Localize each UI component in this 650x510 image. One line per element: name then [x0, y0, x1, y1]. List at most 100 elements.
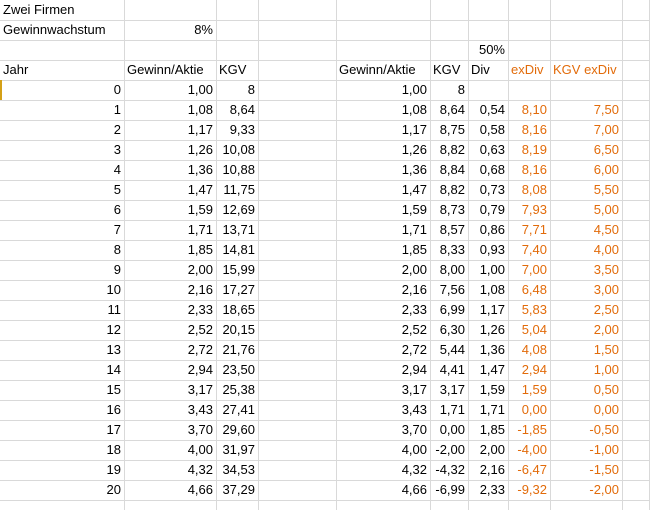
- gewinn-aktie-1-cell[interactable]: 3,70: [124, 420, 216, 440]
- kgv-2-cell[interactable]: 8,82: [430, 180, 468, 200]
- gewinn-aktie-1-cell[interactable]: 1,71: [124, 220, 216, 240]
- header-exdiv[interactable]: exDiv: [508, 60, 550, 80]
- kgv-exdiv-cell[interactable]: 2,00: [550, 320, 622, 340]
- exdiv-cell[interactable]: 7,00: [508, 260, 550, 280]
- kgv-exdiv-cell[interactable]: 1,50: [550, 340, 622, 360]
- gewinn-aktie-2-cell[interactable]: 1,71: [336, 220, 430, 240]
- jahr-cell[interactable]: 15: [0, 380, 124, 400]
- kgv-1-cell[interactable]: 8,64: [216, 100, 258, 120]
- kgv-1-cell[interactable]: 20,15: [216, 320, 258, 340]
- exdiv-cell[interactable]: 1,59: [508, 380, 550, 400]
- gewinn-aktie-1-cell[interactable]: 3,17: [124, 380, 216, 400]
- exdiv-cell[interactable]: 7,40: [508, 240, 550, 260]
- exdiv-cell[interactable]: 8,16: [508, 160, 550, 180]
- exdiv-cell[interactable]: 7,93: [508, 200, 550, 220]
- kgv-2-cell[interactable]: 8,82: [430, 140, 468, 160]
- jahr-cell[interactable]: 2: [0, 120, 124, 140]
- kgv-1-cell[interactable]: 21,76: [216, 340, 258, 360]
- gewinn-aktie-1-cell[interactable]: 2,52: [124, 320, 216, 340]
- gewinn-aktie-2-cell[interactable]: 1,08: [336, 100, 430, 120]
- gewinn-aktie-2-cell[interactable]: 4,66: [336, 480, 430, 500]
- kgv-2-cell[interactable]: 8: [430, 80, 468, 100]
- gewinn-aktie-2-cell[interactable]: 1,26: [336, 140, 430, 160]
- gewinn-aktie-2-cell[interactable]: 3,43: [336, 400, 430, 420]
- exdiv-cell[interactable]: 5,04: [508, 320, 550, 340]
- growth-value-cell[interactable]: 8%: [124, 20, 216, 40]
- kgv-2-cell[interactable]: 8,33: [430, 240, 468, 260]
- jahr-cell[interactable]: 6: [0, 200, 124, 220]
- jahr-cell[interactable]: 8: [0, 240, 124, 260]
- kgv-exdiv-cell[interactable]: 7,00: [550, 120, 622, 140]
- kgv-exdiv-cell[interactable]: 3,00: [550, 280, 622, 300]
- kgv-1-cell[interactable]: 37,29: [216, 480, 258, 500]
- kgv-exdiv-cell[interactable]: -0,50: [550, 420, 622, 440]
- gewinn-aktie-1-cell[interactable]: 4,32: [124, 460, 216, 480]
- div-cell[interactable]: 2,16: [468, 460, 508, 480]
- gewinn-aktie-2-cell[interactable]: 3,17: [336, 380, 430, 400]
- kgv-1-cell[interactable]: 12,69: [216, 200, 258, 220]
- kgv-2-cell[interactable]: 7,56: [430, 280, 468, 300]
- gewinn-aktie-2-cell[interactable]: 1,85: [336, 240, 430, 260]
- exdiv-cell[interactable]: 2,94: [508, 360, 550, 380]
- exdiv-cell[interactable]: 8,16: [508, 120, 550, 140]
- header-gewinn-aktie-2[interactable]: Gewinn/Aktie: [336, 60, 430, 80]
- growth-label-cell[interactable]: Gewinnwachstum: [0, 20, 124, 40]
- gewinn-aktie-1-cell[interactable]: 1,59: [124, 200, 216, 220]
- jahr-cell[interactable]: 7: [0, 220, 124, 240]
- kgv-exdiv-cell[interactable]: 4,00: [550, 240, 622, 260]
- gewinn-aktie-1-cell[interactable]: 2,00: [124, 260, 216, 280]
- jahr-cell[interactable]: 1: [0, 100, 124, 120]
- kgv-1-cell[interactable]: 9,33: [216, 120, 258, 140]
- exdiv-cell[interactable]: -1,85: [508, 420, 550, 440]
- kgv-exdiv-cell[interactable]: 0,50: [550, 380, 622, 400]
- jahr-cell[interactable]: 4: [0, 160, 124, 180]
- kgv-2-cell[interactable]: 8,73: [430, 200, 468, 220]
- exdiv-cell[interactable]: -6,47: [508, 460, 550, 480]
- gewinn-aktie-1-cell[interactable]: 2,72: [124, 340, 216, 360]
- div-cell[interactable]: 0,79: [468, 200, 508, 220]
- jahr-cell[interactable]: 14: [0, 360, 124, 380]
- jahr-cell[interactable]: 18: [0, 440, 124, 460]
- gewinn-aktie-1-cell[interactable]: 4,66: [124, 480, 216, 500]
- gewinn-aktie-1-cell[interactable]: 1,85: [124, 240, 216, 260]
- exdiv-cell[interactable]: 4,08: [508, 340, 550, 360]
- div-cell[interactable]: 2,00: [468, 440, 508, 460]
- gewinn-aktie-2-cell[interactable]: 4,32: [336, 460, 430, 480]
- jahr-cell[interactable]: 13: [0, 340, 124, 360]
- kgv-exdiv-cell[interactable]: 6,00: [550, 160, 622, 180]
- exdiv-cell[interactable]: 5,83: [508, 300, 550, 320]
- exdiv-cell[interactable]: 8,08: [508, 180, 550, 200]
- kgv-2-cell[interactable]: 8,57: [430, 220, 468, 240]
- header-kgv-2[interactable]: KGV: [430, 60, 468, 80]
- gewinn-aktie-1-cell[interactable]: 1,08: [124, 100, 216, 120]
- payout-value-cell[interactable]: 50%: [468, 40, 508, 60]
- gewinn-aktie-1-cell[interactable]: 1,00: [124, 80, 216, 100]
- gewinn-aktie-1-cell[interactable]: 2,16: [124, 280, 216, 300]
- kgv-2-cell[interactable]: 4,41: [430, 360, 468, 380]
- exdiv-cell[interactable]: 0,00: [508, 400, 550, 420]
- jahr-cell[interactable]: 12: [0, 320, 124, 340]
- div-cell[interactable]: 1,59: [468, 380, 508, 400]
- gewinn-aktie-1-cell[interactable]: 4,00: [124, 440, 216, 460]
- gewinn-aktie-1-cell[interactable]: 1,17: [124, 120, 216, 140]
- spreadsheet[interactable]: Zwei Firmen Gewinnwachstum 8% 50% Jahr G…: [0, 0, 650, 510]
- kgv-1-cell[interactable]: 8: [216, 80, 258, 100]
- jahr-cell[interactable]: 3: [0, 140, 124, 160]
- kgv-2-cell[interactable]: -4,32: [430, 460, 468, 480]
- gewinn-aktie-2-cell[interactable]: 2,72: [336, 340, 430, 360]
- kgv-2-cell[interactable]: 6,99: [430, 300, 468, 320]
- gewinn-aktie-2-cell[interactable]: 2,00: [336, 260, 430, 280]
- kgv-1-cell[interactable]: 13,71: [216, 220, 258, 240]
- div-cell[interactable]: 0,54: [468, 100, 508, 120]
- header-kgv-1[interactable]: KGV: [216, 60, 258, 80]
- gewinn-aktie-1-cell[interactable]: 1,26: [124, 140, 216, 160]
- header-jahr[interactable]: Jahr: [0, 60, 124, 80]
- div-cell[interactable]: 1,17: [468, 300, 508, 320]
- div-cell[interactable]: 1,08: [468, 280, 508, 300]
- kgv-2-cell[interactable]: -2,00: [430, 440, 468, 460]
- exdiv-cell[interactable]: [508, 80, 550, 100]
- kgv-1-cell[interactable]: 18,65: [216, 300, 258, 320]
- div-cell[interactable]: 2,33: [468, 480, 508, 500]
- gewinn-aktie-2-cell[interactable]: 1,47: [336, 180, 430, 200]
- gewinn-aktie-2-cell[interactable]: 3,70: [336, 420, 430, 440]
